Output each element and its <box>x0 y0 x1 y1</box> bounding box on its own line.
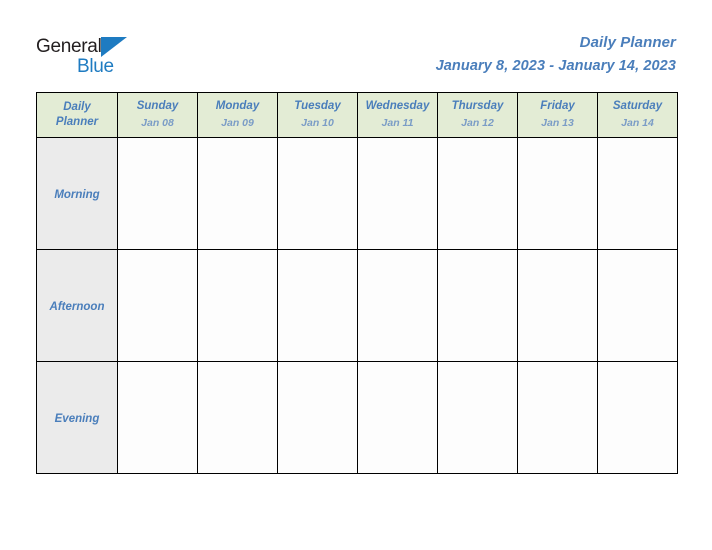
day-date-label: Jan 12 <box>461 117 494 129</box>
day-date-label: Jan 14 <box>621 117 654 129</box>
page-title: Daily Planner <box>579 34 676 51</box>
date-range: January 8, 2023 - January 14, 2023 <box>435 58 676 74</box>
slot-afternoon-saturday[interactable] <box>597 249 678 362</box>
slot-evening-sunday[interactable] <box>117 361 198 474</box>
corner-header-line2: Planner <box>55 116 99 128</box>
slot-afternoon-friday[interactable] <box>517 249 598 362</box>
slot-afternoon-wednesday[interactable] <box>357 249 438 362</box>
day-date-label: Jan 09 <box>221 117 254 129</box>
row-label-afternoon: Afternoon <box>36 249 118 362</box>
triangle-icon <box>100 37 127 57</box>
slot-morning-tuesday[interactable] <box>277 137 358 250</box>
corner-header-cell: Daily Planner <box>36 92 118 138</box>
slot-afternoon-tuesday[interactable] <box>277 249 358 362</box>
day-date-label: Jan 11 <box>381 117 414 129</box>
row-label-text: Evening <box>54 412 100 425</box>
slot-morning-thursday[interactable] <box>437 137 518 250</box>
page-header: General Blue Daily Planner January 8, 20… <box>0 0 712 92</box>
day-name-label: Tuesday <box>294 100 341 112</box>
slot-evening-tuesday[interactable] <box>277 361 358 474</box>
slot-evening-monday[interactable] <box>197 361 278 474</box>
slot-morning-monday[interactable] <box>197 137 278 250</box>
brand-general-text: General <box>36 36 102 57</box>
day-header-friday: Friday Jan 13 <box>517 92 598 138</box>
slot-evening-saturday[interactable] <box>597 361 678 474</box>
table-row: Morning <box>36 137 678 250</box>
title-block: Daily Planner January 8, 2023 - January … <box>436 33 676 76</box>
day-date-label: Jan 13 <box>541 117 574 129</box>
corner-header-line1: Daily <box>63 101 91 113</box>
day-name-label: Monday <box>215 100 260 112</box>
brand-logo: General Blue <box>36 36 236 82</box>
slot-evening-thursday[interactable] <box>437 361 518 474</box>
brand-top-row: General <box>36 36 127 58</box>
planner-table: Daily Planner Sunday Jan 08 Monday Jan 0… <box>36 92 678 474</box>
row-label-evening: Evening <box>36 361 118 474</box>
planner-container: Daily Planner Sunday Jan 08 Monday Jan 0… <box>36 92 678 474</box>
planner-header-row: Daily Planner Sunday Jan 08 Monday Jan 0… <box>36 92 678 138</box>
day-header-sunday: Sunday Jan 08 <box>117 92 198 138</box>
day-name-label: Friday <box>540 100 575 112</box>
day-header-monday: Monday Jan 09 <box>197 92 278 138</box>
day-name-label: Saturday <box>612 100 663 112</box>
day-name-label: Thursday <box>451 100 504 112</box>
slot-morning-wednesday[interactable] <box>357 137 438 250</box>
slot-afternoon-sunday[interactable] <box>117 249 198 362</box>
day-date-label: Jan 10 <box>301 117 334 129</box>
slot-afternoon-monday[interactable] <box>197 249 278 362</box>
slot-morning-friday[interactable] <box>517 137 598 250</box>
day-header-saturday: Saturday Jan 14 <box>597 92 678 138</box>
day-date-label: Jan 08 <box>141 117 174 129</box>
day-header-wednesday: Wednesday Jan 11 <box>357 92 438 138</box>
table-row: Afternoon <box>36 249 678 362</box>
row-label-text: Morning <box>54 188 100 201</box>
table-row: Evening <box>36 361 678 474</box>
day-header-thursday: Thursday Jan 12 <box>437 92 518 138</box>
row-label-text: Afternoon <box>49 300 105 313</box>
day-name-label: Sunday <box>136 100 179 112</box>
day-header-tuesday: Tuesday Jan 10 <box>277 92 358 138</box>
brand-blue-text: Blue <box>77 56 114 77</box>
slot-evening-wednesday[interactable] <box>357 361 438 474</box>
slot-morning-saturday[interactable] <box>597 137 678 250</box>
slot-evening-friday[interactable] <box>517 361 598 474</box>
slot-morning-sunday[interactable] <box>117 137 198 250</box>
day-name-label: Wednesday <box>365 100 430 112</box>
slot-afternoon-thursday[interactable] <box>437 249 518 362</box>
row-label-morning: Morning <box>36 137 118 250</box>
